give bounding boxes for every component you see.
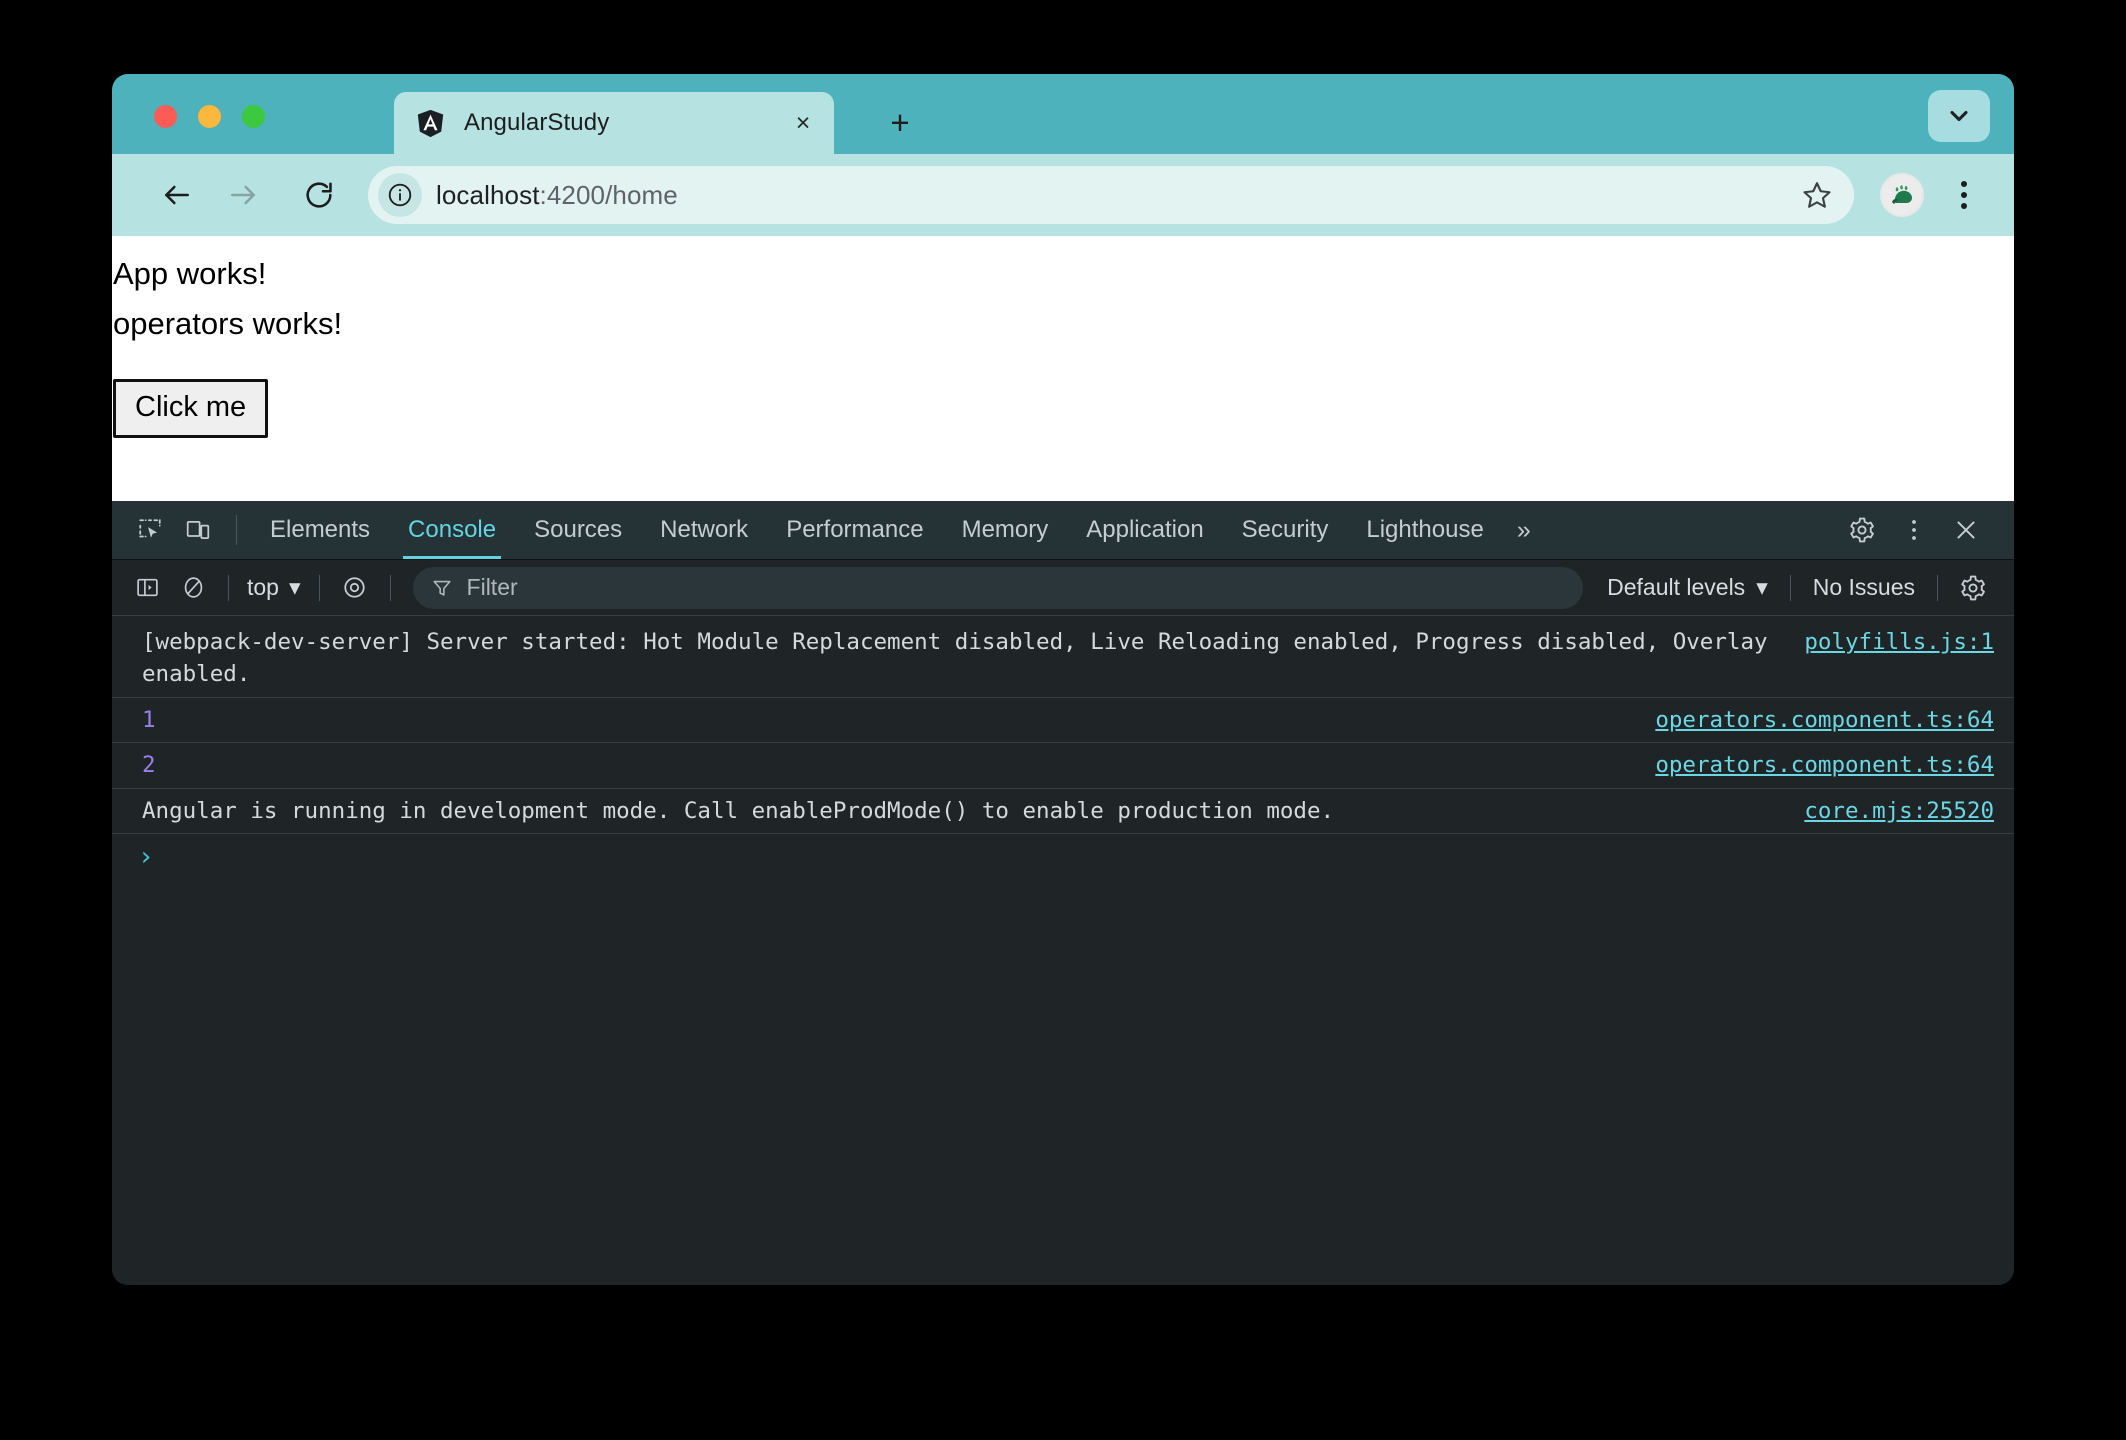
filter-placeholder-text: Filter xyxy=(466,574,518,600)
chevron-down-icon: ▾ xyxy=(288,574,301,600)
console-message-source-link[interactable]: operators.component.ts:64 xyxy=(1655,704,1994,736)
three-dot-menu-icon[interactable] xyxy=(1940,168,1988,222)
console-message-row[interactable]: Angular is running in development mode. … xyxy=(112,789,2014,834)
console-message-text: Angular is running in development mode. … xyxy=(142,797,1335,824)
angular-logo-icon xyxy=(416,109,445,138)
chevron-down-icon[interactable] xyxy=(1928,90,1990,142)
tab-network[interactable]: Network xyxy=(641,501,767,559)
execution-context-selector[interactable]: top ▾ xyxy=(241,574,307,601)
more-tabs-button[interactable]: » xyxy=(1503,501,1545,559)
gear-icon[interactable] xyxy=(1950,566,1996,610)
window-traffic-lights xyxy=(154,105,265,128)
devtools-toolbar-right xyxy=(1807,501,2014,559)
click-me-button[interactable]: Click me xyxy=(113,378,269,438)
toolbar-divider xyxy=(389,574,391,601)
console-filter-input[interactable]: Filter xyxy=(412,566,1584,609)
reload-icon[interactable] xyxy=(292,168,346,222)
browser-tab-title: AngularStudy xyxy=(464,109,610,136)
browser-navbar: localhost:4200/home xyxy=(112,154,2014,236)
log-level-selector[interactable]: Default levels ▾ xyxy=(1597,574,1778,601)
tab-console[interactable]: Console xyxy=(389,501,515,559)
browser-window: AngularStudy × + localhost:4200/home App… xyxy=(112,74,2014,1285)
toolbar-divider xyxy=(1789,574,1791,601)
close-tab-button[interactable]: × xyxy=(786,106,820,140)
console-message-source-link[interactable]: operators.component.ts:64 xyxy=(1655,749,1994,781)
console-filter-toolbar: top ▾ Filter Default levels ▾ No Issues xyxy=(112,560,2014,616)
menu-dot xyxy=(1961,203,1967,209)
device-toolbar-icon[interactable] xyxy=(174,501,222,559)
browser-tab-angularstudy[interactable]: AngularStudy × xyxy=(394,92,834,154)
console-message-text: 2 xyxy=(142,752,156,779)
close-x-icon[interactable] xyxy=(1940,517,1992,543)
devtools-panel: Elements Console Sources Network Perform… xyxy=(112,501,2014,1285)
app-works-text: App works! xyxy=(113,256,267,291)
url-host: localhost xyxy=(436,179,540,210)
three-dot-vertical-icon[interactable] xyxy=(1888,517,1940,543)
tab-memory[interactable]: Memory xyxy=(943,501,1068,559)
eye-icon[interactable] xyxy=(332,566,378,610)
menu-dot xyxy=(1961,192,1967,198)
toolbar-divider xyxy=(228,574,229,601)
menu-dot xyxy=(1961,181,1967,187)
tab-performance[interactable]: Performance xyxy=(767,501,942,559)
address-bar-text: localhost:4200/home xyxy=(436,180,1792,211)
console-message-source-link[interactable]: polyfills.js:1 xyxy=(1804,626,1994,658)
close-window-button[interactable] xyxy=(154,105,177,128)
browser-titlebar: AngularStudy × + xyxy=(112,74,2014,154)
tab-security[interactable]: Security xyxy=(1223,501,1348,559)
clear-console-icon[interactable] xyxy=(170,566,216,610)
info-circle-icon[interactable] xyxy=(378,173,422,217)
tab-sources[interactable]: Sources xyxy=(515,501,641,559)
toolbar-divider xyxy=(318,574,320,601)
console-message-text: [webpack-dev-server] Server started: Hot… xyxy=(142,629,1782,688)
tab-application[interactable]: Application xyxy=(1067,501,1222,559)
minimize-window-button[interactable] xyxy=(198,105,221,128)
forward-arrow-icon[interactable] xyxy=(216,168,270,222)
console-prompt-caret-icon: › xyxy=(138,841,154,872)
chevron-down-icon: ▾ xyxy=(1756,574,1768,600)
dinosaur-avatar-icon[interactable] xyxy=(1880,173,1924,217)
console-message-row[interactable]: 1 operators.component.ts:64 xyxy=(112,698,2014,744)
tab-elements[interactable]: Elements xyxy=(251,501,389,559)
log-level-label: Default levels xyxy=(1607,574,1746,600)
console-prompt[interactable]: › xyxy=(112,834,2014,876)
filter-funnel-icon xyxy=(431,577,453,599)
gear-icon[interactable] xyxy=(1836,516,1888,544)
inspect-element-icon[interactable] xyxy=(126,501,174,559)
console-message-source-link[interactable]: core.mjs:25520 xyxy=(1804,795,1994,827)
back-arrow-icon[interactable] xyxy=(150,168,204,222)
console-message-text: 1 xyxy=(142,706,156,733)
url-path: :4200/home xyxy=(539,179,678,210)
new-tab-button[interactable]: + xyxy=(882,104,918,140)
operators-works-text: operators works! xyxy=(113,306,343,342)
maximize-window-button[interactable] xyxy=(242,105,265,128)
devtools-tabbar: Elements Console Sources Network Perform… xyxy=(112,501,2014,560)
toolbar-divider xyxy=(1937,574,1938,601)
issues-counter[interactable]: No Issues xyxy=(1803,574,1925,601)
console-message-row[interactable]: [webpack-dev-server] Server started: Hot… xyxy=(112,616,2014,698)
console-message-list[interactable]: [webpack-dev-server] Server started: Hot… xyxy=(112,616,2014,1285)
page-viewport: App works! operators works! Click me xyxy=(112,236,2014,501)
tab-lighthouse[interactable]: Lighthouse xyxy=(1347,501,1502,559)
console-message-row[interactable]: 2 operators.component.ts:64 xyxy=(112,743,2014,789)
execution-context-label: top xyxy=(247,574,279,600)
toolbar-divider xyxy=(236,515,237,545)
star-icon[interactable] xyxy=(1792,170,1842,220)
address-bar[interactable]: localhost:4200/home xyxy=(368,166,1854,224)
console-sidebar-icon[interactable] xyxy=(124,566,170,610)
